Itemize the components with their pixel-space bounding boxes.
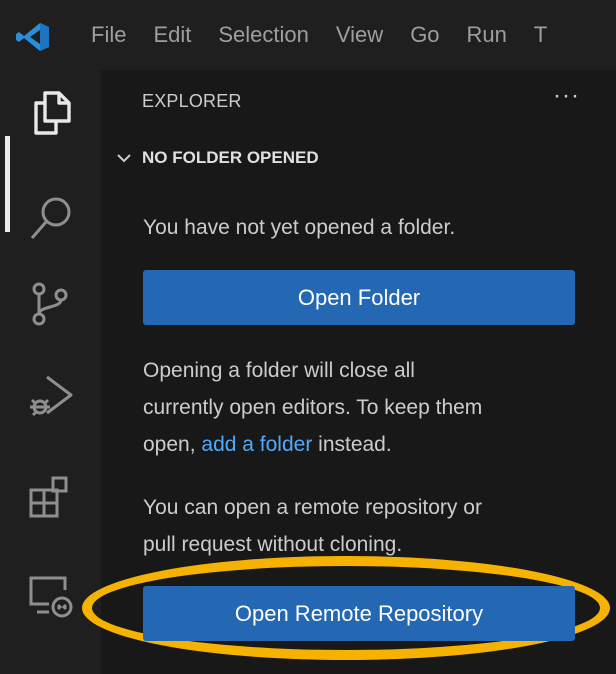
warning-message: Opening a folder will close all currentl… [143,352,482,463]
active-indicator [5,136,10,232]
no-folder-message: You have not yet opened a folder. [143,216,456,239]
menu-selection[interactable]: Selection [218,22,309,48]
menu-view[interactable]: View [336,22,383,48]
vscode-logo-icon [16,23,49,51]
activity-bar [0,70,101,674]
open-remote-repository-button[interactable]: Open Remote Repository [143,586,575,641]
run-debug-icon[interactable] [25,370,77,422]
menu-run[interactable]: Run [467,22,507,48]
remote-message: You can open a remote repository or pull… [143,489,482,563]
files-icon[interactable] [25,86,77,138]
source-control-icon[interactable] [25,278,77,330]
warning-line-3: open, add a folder instead. [143,426,482,463]
warning-line-2: currently open editors. To keep them [143,396,483,419]
menu-go[interactable]: Go [410,22,439,48]
warning-line-3-post: instead. [312,433,392,456]
more-actions-icon[interactable]: ··· [553,82,580,110]
title-bar: File Edit Selection View Go Run T [0,0,616,70]
extensions-icon[interactable] [25,472,77,524]
explorer-title: EXPLORER [142,91,242,111]
chevron-down-icon [117,154,131,163]
menu-terminal[interactable]: T [534,22,547,48]
menu-bar: File Edit Selection View Go Run T [91,0,574,70]
open-folder-button[interactable]: Open Folder [143,270,575,325]
remote-line-1: You can open a remote repository or [143,496,482,519]
menu-edit[interactable]: Edit [153,22,191,48]
warning-line-3-pre: open, [143,433,202,456]
remote-explorer-icon[interactable] [25,570,77,622]
search-icon[interactable] [25,192,77,244]
add-folder-link[interactable]: add a folder [201,433,312,456]
menu-file[interactable]: File [91,22,126,48]
warning-line-1: Opening a folder will close all [143,359,415,382]
section-title: NO FOLDER OPENED [142,148,319,167]
section-header-no-folder[interactable]: NO FOLDER OPENED [114,148,319,168]
